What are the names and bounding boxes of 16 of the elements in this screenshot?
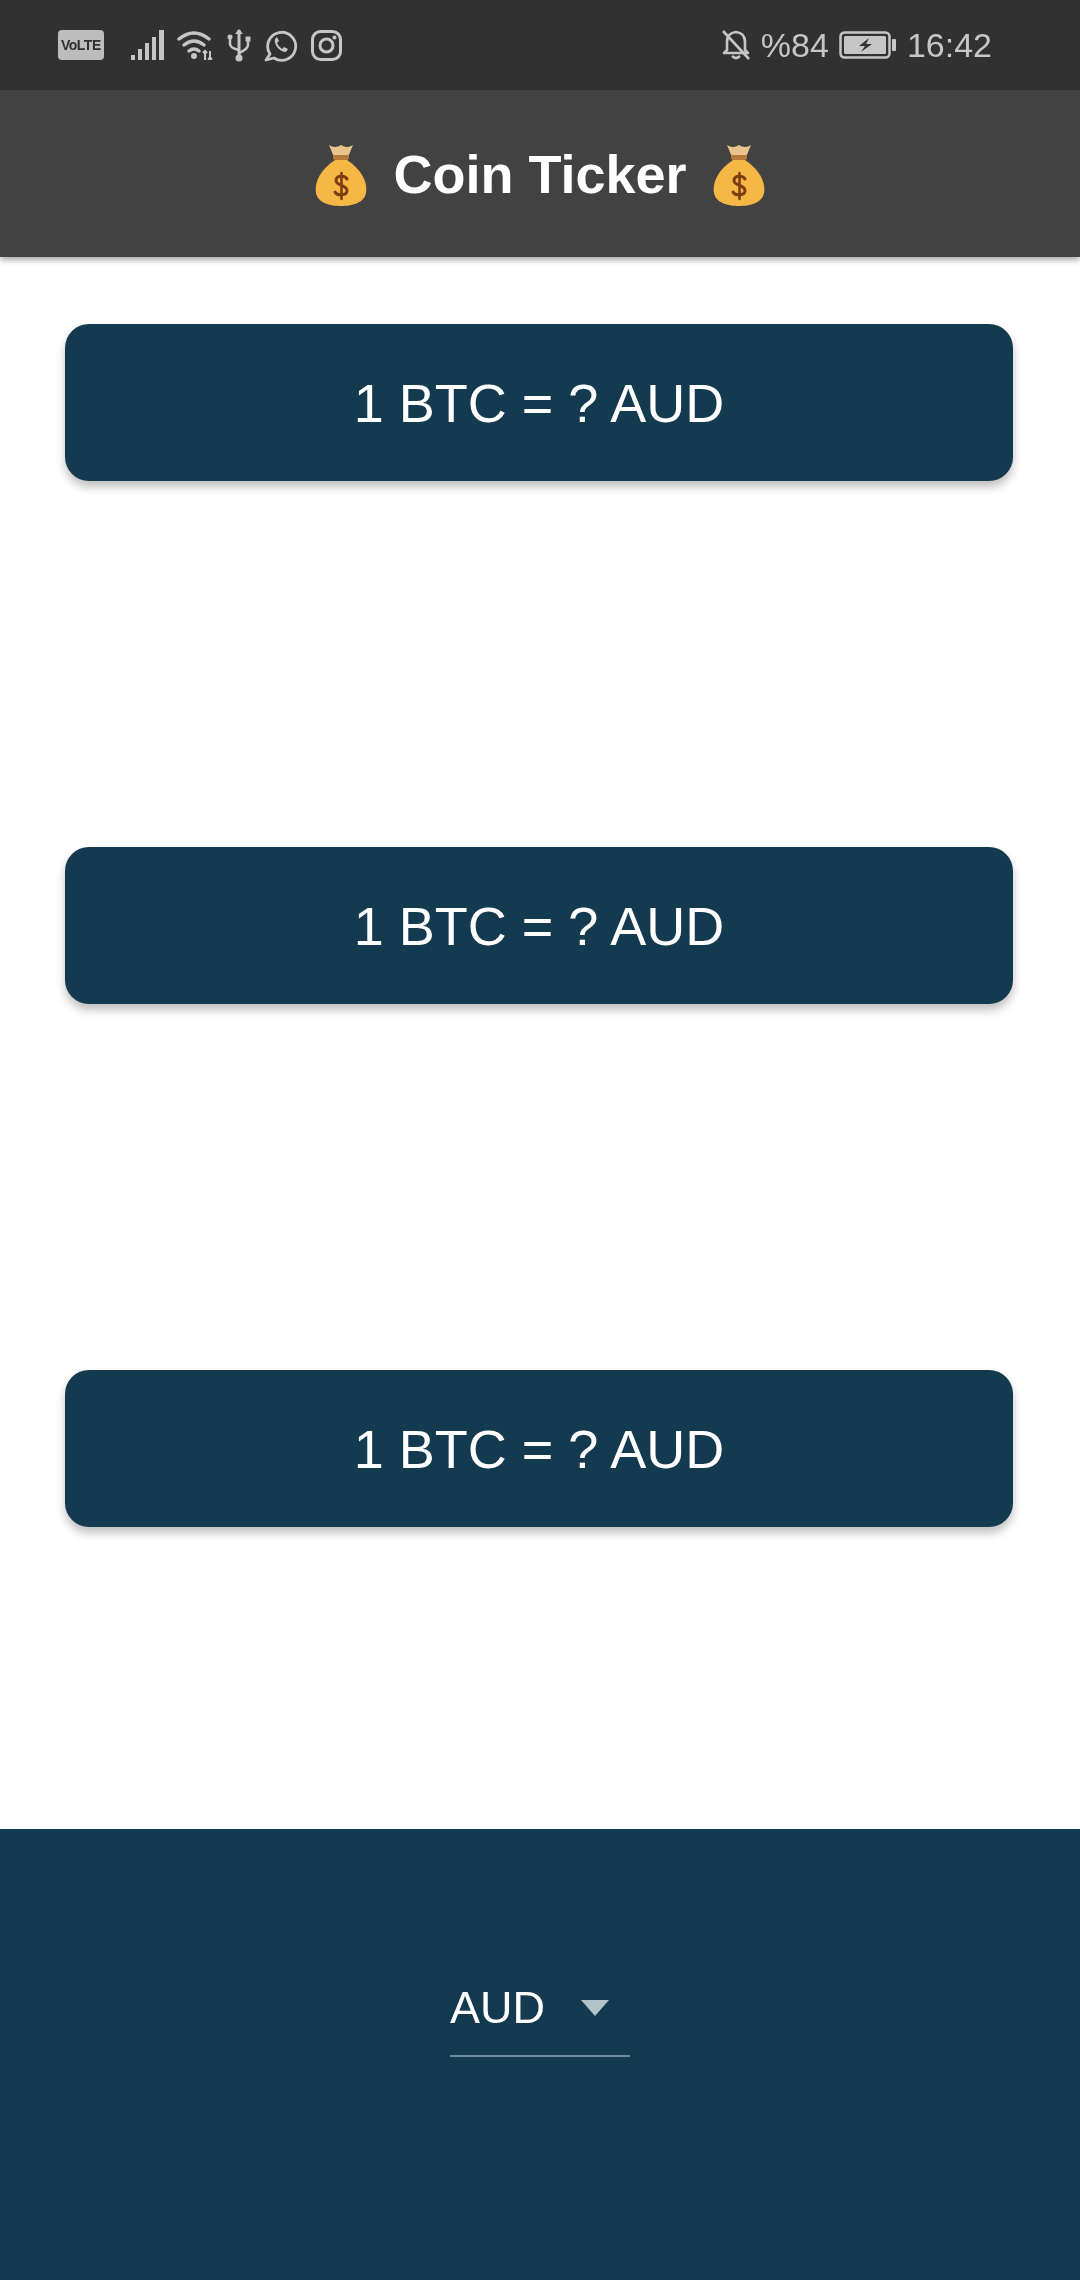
- battery-percent: %84: [760, 25, 829, 65]
- signal-icon: [130, 30, 164, 60]
- caret-icon: [581, 2000, 609, 2016]
- rate-text: 1 BTC = ? AUD: [353, 1417, 725, 1481]
- app-title: Coin Ticker: [393, 142, 687, 206]
- currency-dropdown[interactable]: AUD: [450, 1975, 630, 2057]
- usb-icon: [226, 28, 251, 62]
- wifi-icon: [176, 30, 214, 60]
- bell-off-icon: [720, 29, 751, 61]
- volte-indicator: VoLTE: [58, 30, 104, 60]
- phone-chat-icon: [263, 28, 298, 62]
- clock-time: 16:42: [906, 25, 992, 65]
- battery-charging-icon: [838, 31, 897, 59]
- rate-text: 1 BTC = ? AUD: [353, 371, 725, 435]
- rate-text: 1 BTC = ? AUD: [353, 894, 725, 958]
- camera-icon: [310, 29, 342, 61]
